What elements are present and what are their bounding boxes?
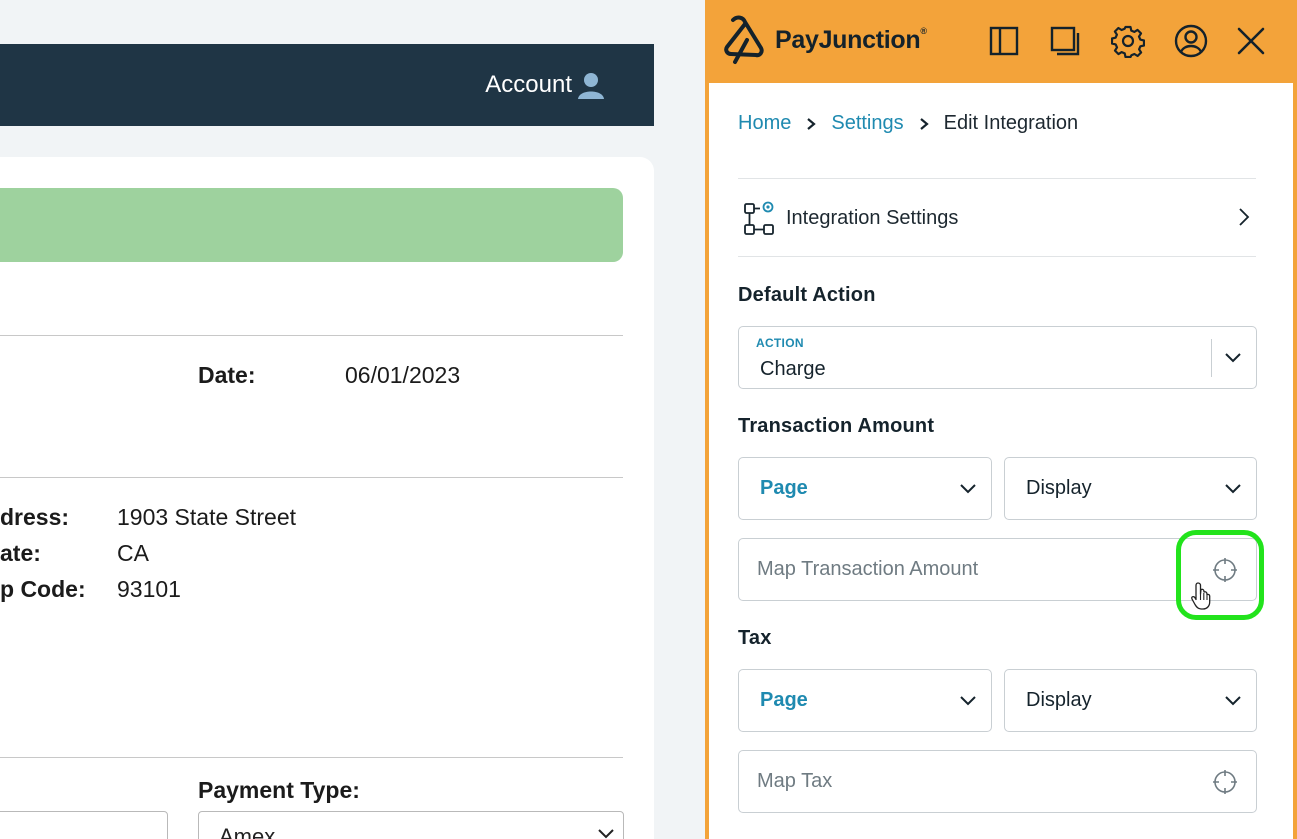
gear-icon: [1111, 25, 1145, 58]
account-label: Account: [485, 71, 572, 98]
background-web-page: Account Date: 06/01/2023 dress: 1903 Sta…: [0, 0, 705, 839]
account-button[interactable]: [1172, 22, 1210, 60]
map-transaction-amount-field: [738, 538, 1257, 601]
transaction-amount-mode-select[interactable]: Display: [1004, 457, 1257, 520]
brand-text: PayJunction: [775, 25, 921, 54]
user-circle-icon: [1174, 24, 1208, 58]
divider: [0, 757, 623, 758]
close-icon: [1237, 27, 1265, 55]
chevron-down-icon: [1225, 696, 1241, 706]
tax-source-value: Page: [760, 689, 808, 711]
breadcrumb-settings[interactable]: Settings: [831, 112, 903, 135]
person-icon: [578, 73, 604, 99]
select-divider: [1211, 339, 1212, 377]
transaction-amount-source-select[interactable]: Page: [738, 457, 992, 520]
date-label: Date:: [198, 362, 256, 388]
breadcrumb-home[interactable]: Home: [738, 112, 791, 135]
payment-type-value: Amex: [219, 824, 276, 839]
chevron-right-icon: [807, 117, 817, 130]
success-banner: [0, 188, 623, 262]
registered-mark: ®: [920, 25, 927, 36]
zip-code-label: p Code:: [0, 576, 86, 602]
settings-button[interactable]: [1109, 22, 1147, 60]
address-label: dress:: [0, 504, 70, 530]
action-select[interactable]: ACTION Charge: [738, 326, 1257, 389]
tax-title: Tax: [738, 627, 772, 649]
brand-name: PayJunction®: [775, 26, 927, 55]
payjunction-extension-panel: PayJunction® Home Settings Edit Integrat…: [705, 0, 1297, 839]
state-value: CA: [117, 540, 149, 566]
close-panel-button[interactable]: [1232, 22, 1270, 60]
breadcrumb-edit-integration: Edit Integration: [943, 112, 1079, 134]
date-value: 06/01/2023: [345, 362, 461, 388]
tax-mode-select[interactable]: Display: [1004, 669, 1257, 732]
tax-mode-value: Display: [1026, 689, 1092, 711]
top-navigation-bar: Account: [0, 44, 654, 126]
integration-settings-row[interactable]: Integration Settings: [738, 179, 1256, 257]
account-link[interactable]: Account: [485, 70, 606, 100]
state-label: ate:: [0, 540, 41, 566]
panel-content: Home Settings Edit Integration Integrati…: [709, 83, 1293, 839]
chevron-down-icon: [960, 484, 976, 494]
chevron-down-icon: [1225, 484, 1241, 494]
divider: [0, 335, 623, 336]
zip-code-value: 93101: [117, 576, 181, 602]
crosshair-target-icon[interactable]: [1212, 557, 1238, 583]
transaction-amount-source-value: Page: [760, 477, 808, 499]
divider: [738, 256, 1256, 257]
integration-settings-label: Integration Settings: [786, 206, 959, 229]
invoice-card: Date: 06/01/2023 dress: 1903 State Stree…: [0, 157, 654, 839]
crosshair-target-icon[interactable]: [1212, 769, 1238, 795]
panel-header: PayJunction®: [705, 0, 1297, 83]
text-input[interactable]: [0, 811, 168, 839]
action-value: Charge: [760, 358, 826, 380]
map-tax-field: [738, 750, 1257, 813]
action-field-label: ACTION: [756, 336, 804, 350]
integration-flow-icon: [744, 201, 774, 235]
tax-source-select[interactable]: Page: [738, 669, 992, 732]
chevron-down-icon: [598, 829, 614, 839]
payment-type-select[interactable]: Amex: [198, 811, 624, 839]
transaction-amount-mode-value: Display: [1026, 477, 1092, 499]
map-tax-input[interactable]: [739, 751, 1207, 812]
breadcrumb: Home Settings Edit Integration: [738, 112, 1078, 135]
divider: [0, 477, 623, 478]
chevron-down-icon: [1225, 353, 1241, 363]
popout-window-button[interactable]: [1046, 22, 1084, 60]
chevron-right-icon: [1239, 208, 1250, 226]
sidebar-layout-icon: [989, 26, 1019, 56]
chevron-right-icon: [919, 117, 929, 130]
sidebar-layout-button[interactable]: [985, 22, 1023, 60]
chevron-down-icon: [960, 696, 976, 706]
payment-type-label: Payment Type:: [198, 777, 360, 803]
map-transaction-amount-input[interactable]: [739, 539, 1207, 600]
default-action-title: Default Action: [738, 284, 876, 306]
popout-window-icon: [1050, 26, 1080, 56]
payjunction-logo: PayJunction®: [723, 14, 927, 66]
payjunction-logo-icon: [724, 15, 764, 64]
transaction-amount-title: Transaction Amount: [738, 415, 935, 437]
address-value: 1903 State Street: [117, 504, 297, 530]
